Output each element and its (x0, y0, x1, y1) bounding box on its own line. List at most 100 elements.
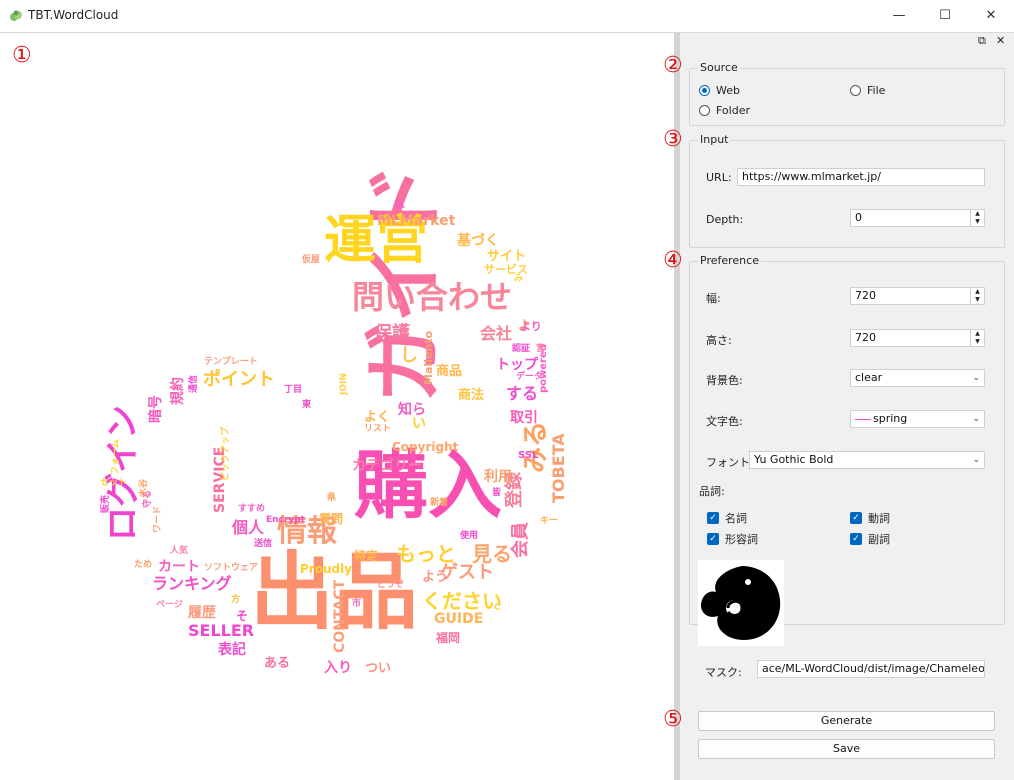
word-cloud-word: い (412, 416, 426, 432)
word-cloud-word: 会員 (509, 522, 531, 558)
source-group: Source Web File Folder (689, 61, 1005, 126)
select-value: Yu Gothic Bold (754, 453, 834, 466)
app-icon (10, 10, 22, 21)
word-cloud-word: トップ (496, 357, 539, 373)
text-color-select[interactable]: spring ⌄ (850, 410, 985, 428)
input-group: Input URL: https://www.mlmarket.jp/ Dept… (689, 133, 1005, 248)
word-cloud-word: 問い合わせ (352, 278, 512, 316)
marker-source: ② (663, 53, 683, 78)
pos-noun-checkbox[interactable]: ✓ 名詞 (707, 510, 747, 526)
word-cloud-word: MLMarket (377, 213, 456, 229)
spin-buttons[interactable]: ▲ ▼ (970, 288, 984, 304)
source-title: Source (698, 61, 740, 74)
chameleon-mask-icon (700, 566, 781, 640)
pos-adverb-checkbox[interactable]: ✓ 副詞 (850, 531, 890, 547)
word-cloud-word: 人気 (169, 544, 188, 556)
word-cloud-word: CONTACT (332, 580, 348, 653)
down-icon[interactable]: ▼ (971, 218, 984, 226)
radio-label: Web (716, 84, 740, 97)
word-cloud-word: 宮 (536, 342, 545, 354)
pos-verb-checkbox[interactable]: ✓ 動詞 (850, 510, 890, 526)
word-cloud-word: ある (264, 656, 290, 671)
word-cloud-word: C (494, 603, 501, 613)
close-button[interactable]: ✕ (968, 0, 1014, 32)
word-cloud-word: Copyright (392, 440, 459, 454)
word-cloud-word: 基づく (457, 232, 499, 249)
height-label: 高さ: (706, 334, 732, 347)
chevron-down-icon: ⌄ (972, 373, 980, 383)
word-cloud-word: 商法 (458, 387, 484, 403)
height-spinbox[interactable]: 720 ▲ ▼ (850, 329, 985, 347)
depth-value: 0 (855, 211, 862, 224)
depth-label: Depth: (706, 213, 744, 226)
maximize-button[interactable]: ☐ (922, 0, 968, 32)
dock-close-icon[interactable]: ✕ (996, 34, 1005, 47)
float-icon[interactable]: ⧉ (978, 34, 986, 48)
source-web-radio[interactable]: Web (699, 84, 740, 97)
settings-panel: ⧉ ✕ ② Source Web File Folder ③ Input URL… (663, 33, 1014, 780)
word-cloud-word: セット (100, 477, 127, 488)
word-cloud-word: ログイン (103, 405, 143, 541)
word-cloud-word: リスト (364, 423, 391, 434)
depth-spinbox[interactable]: 0 ▲ ▼ (850, 209, 985, 227)
word-cloud-word: 取引 (510, 410, 538, 426)
width-spinbox[interactable]: 720 ▲ ▼ (850, 287, 985, 305)
save-button[interactable]: Save (698, 739, 995, 759)
background-color-label: 背景色: (706, 374, 743, 387)
up-icon[interactable]: ▲ (971, 288, 984, 296)
checkbox-label: 副詞 (868, 533, 890, 546)
mask-path-input[interactable]: ace/ML-WordCloud/dist/image/Chameleon.pn… (757, 660, 985, 678)
word-cloud-word: 使用 (459, 529, 478, 541)
url-label: URL: (706, 171, 732, 184)
checkbox-label: 名詞 (725, 512, 747, 525)
word-cloud-word: 履歴 (188, 604, 216, 621)
spin-buttons[interactable]: ▲ ▼ (970, 210, 984, 226)
word-cloud-word: みる (521, 421, 551, 473)
word-cloud-word: 入り (324, 660, 352, 676)
source-file-radio[interactable]: File (850, 84, 885, 97)
word-cloud-word: み (514, 273, 523, 284)
word-cloud-word: 新着 (430, 496, 448, 508)
dock-bar: ⧉ ✕ (680, 33, 1014, 51)
word-cloud-word: よく (364, 410, 390, 425)
generate-button[interactable]: Generate (698, 711, 995, 731)
word-cloud-word: 特定 (354, 548, 378, 563)
font-select[interactable]: Yu Gothic Bold ⌄ (749, 451, 985, 469)
word-cloud-word: ワード (152, 506, 163, 533)
word-cloud-word: Mallento (422, 331, 435, 385)
source-folder-radio[interactable]: Folder (699, 104, 750, 117)
word-cloud-word: GUIDE (434, 611, 483, 627)
pos-adjective-checkbox[interactable]: ✓ 形容詞 (707, 531, 758, 547)
word-cloud-word: 規約 (169, 377, 186, 405)
down-icon[interactable]: ▼ (971, 338, 984, 346)
word-cloud-word: する (506, 384, 538, 403)
word-cloud-word: 購入 (354, 443, 502, 529)
radio-dot (850, 85, 861, 96)
word-cloud-word: ください (422, 589, 502, 613)
preference-title: Preference (698, 254, 761, 267)
chevron-down-icon: ⌄ (972, 455, 980, 465)
select-value: spring (873, 412, 908, 425)
word-cloud-word: ため (134, 559, 152, 570)
word-cloud-word: 質問 (319, 511, 343, 526)
text-color-label: 文字色: (706, 415, 743, 428)
marker-preference: ④ (663, 248, 683, 273)
wordcloud-canvas: ① 出品 購入 ガイド 運営 問い合わせ ログイン 情報 もっと 見る 会員 登録 TOBETA ランキ… (2, 33, 674, 779)
background-color-select[interactable]: clear ⌄ (850, 369, 985, 387)
word-cloud-word: 個人 (231, 518, 265, 537)
spin-buttons[interactable]: ▲ ▼ (970, 330, 984, 346)
pos-label: 品詞: (699, 485, 725, 498)
word-cloud-word: 会社 (480, 324, 512, 343)
down-icon[interactable]: ▼ (971, 296, 984, 304)
word-cloud-word: ランキング (152, 574, 232, 593)
up-icon[interactable]: ▲ (971, 210, 984, 218)
word-cloud-word: ページ (156, 599, 183, 610)
word-cloud-word: よう (422, 570, 448, 585)
url-input[interactable]: https://www.mlmarket.jp/ (737, 168, 985, 186)
word-cloud-word: 水谷 (137, 478, 149, 497)
up-icon[interactable]: ▲ (971, 330, 984, 338)
word-cloud-word: フォーム (110, 439, 121, 475)
word-cloud-word: カテゴリー (352, 457, 422, 474)
word-cloud-word: データ (516, 370, 543, 382)
minimize-button[interactable]: — (876, 0, 922, 32)
